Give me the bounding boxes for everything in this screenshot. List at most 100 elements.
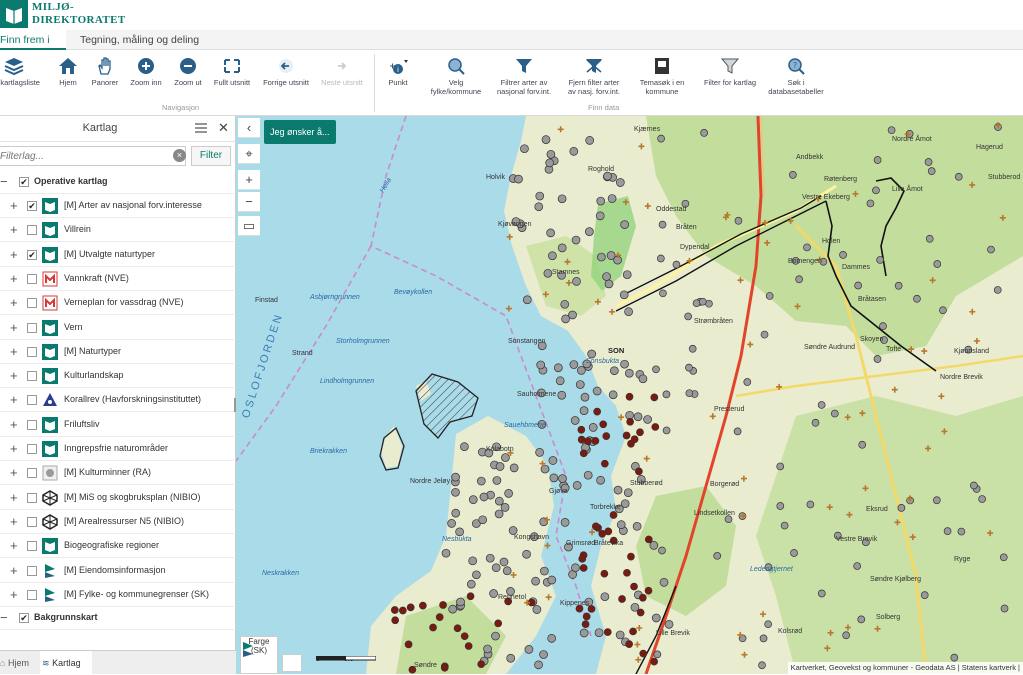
species-marker[interactable] xyxy=(522,549,531,559)
species-marker[interactable] xyxy=(602,432,611,441)
species-marker[interactable] xyxy=(464,642,473,650)
species-marker[interactable] xyxy=(620,220,629,229)
species-marker[interactable] xyxy=(588,423,598,432)
species-marker[interactable] xyxy=(536,360,546,370)
species-marker[interactable] xyxy=(987,245,995,254)
species-marker[interactable] xyxy=(615,630,625,640)
species-marker[interactable] xyxy=(596,475,605,485)
species-marker[interactable] xyxy=(549,473,559,483)
species-marker[interactable] xyxy=(460,442,469,452)
species-marker[interactable] xyxy=(492,476,502,485)
species-marker[interactable] xyxy=(866,199,875,208)
layer-checkbox[interactable] xyxy=(27,322,37,333)
zoom-in-icon[interactable]: + xyxy=(238,170,260,190)
layer-checkbox[interactable] xyxy=(27,541,37,552)
basemap-toggle[interactable]: Farge (SK) xyxy=(240,636,278,674)
group-checkbox[interactable]: ✔ xyxy=(19,613,29,623)
species-marker[interactable] xyxy=(606,251,616,260)
expand-icon[interactable]: + xyxy=(10,465,18,480)
species-marker[interactable] xyxy=(657,134,665,143)
group-checkbox[interactable]: ✔ xyxy=(19,177,29,187)
species-marker[interactable] xyxy=(651,423,660,431)
species-marker[interactable] xyxy=(548,456,558,465)
species-marker[interactable] xyxy=(603,628,612,636)
species-marker[interactable] xyxy=(625,392,634,401)
species-marker[interactable] xyxy=(624,368,634,378)
species-marker[interactable] xyxy=(651,613,661,623)
expand-icon[interactable]: + xyxy=(10,320,18,335)
species-marker[interactable] xyxy=(733,427,742,436)
species-marker[interactable] xyxy=(547,575,557,585)
species-marker[interactable] xyxy=(925,234,934,243)
species-marker[interactable] xyxy=(502,566,512,576)
species-marker[interactable] xyxy=(932,496,941,505)
map-canvas[interactable] xyxy=(236,116,1023,674)
expand-icon[interactable]: + xyxy=(10,222,18,237)
species-marker[interactable] xyxy=(957,527,966,536)
layer-row[interactable]: + [M] Naturtyper xyxy=(0,340,234,364)
species-marker[interactable] xyxy=(571,235,581,245)
species-marker[interactable] xyxy=(599,420,608,429)
species-marker[interactable] xyxy=(873,156,882,164)
species-marker[interactable] xyxy=(760,330,769,339)
layer-row[interactable]: + Biogeografiske regioner xyxy=(0,534,234,559)
species-marker[interactable] xyxy=(579,628,589,638)
expand-icon[interactable]: + xyxy=(10,295,18,310)
species-marker[interactable] xyxy=(887,126,896,135)
species-marker[interactable] xyxy=(758,661,766,670)
expand-icon[interactable]: + xyxy=(10,514,18,529)
layer-row[interactable]: + Villrein xyxy=(0,218,234,243)
species-marker[interactable] xyxy=(535,448,544,457)
layer-filter-input[interactable] xyxy=(0,146,186,166)
species-marker[interactable] xyxy=(806,500,815,509)
species-marker[interactable] xyxy=(440,663,449,672)
species-marker[interactable] xyxy=(568,310,577,320)
species-marker[interactable] xyxy=(632,521,642,531)
species-marker[interactable] xyxy=(842,631,850,640)
species-marker[interactable] xyxy=(441,548,451,558)
species-marker[interactable] xyxy=(495,462,505,471)
species-marker[interactable] xyxy=(575,380,585,389)
theme-search-button[interactable]: Temasøk i en kommune xyxy=(632,56,692,102)
layer-row[interactable]: + ✔ [M] Utvalgte naturtyper xyxy=(0,243,234,267)
species-marker[interactable] xyxy=(447,519,456,528)
species-marker[interactable] xyxy=(569,360,579,369)
species-marker[interactable] xyxy=(920,591,929,599)
species-marker[interactable] xyxy=(658,546,666,555)
species-marker[interactable] xyxy=(999,553,1008,562)
layer-checkbox[interactable] xyxy=(27,589,37,600)
species-marker[interactable] xyxy=(514,174,523,184)
species-marker[interactable] xyxy=(406,603,415,612)
species-marker[interactable] xyxy=(650,657,659,666)
species-marker[interactable] xyxy=(618,595,626,603)
species-marker[interactable] xyxy=(644,535,653,544)
species-marker[interactable] xyxy=(595,211,605,221)
clear-filter-icon[interactable]: × xyxy=(173,149,186,162)
species-marker[interactable] xyxy=(743,378,752,386)
species-marker[interactable] xyxy=(546,149,556,159)
species-marker[interactable] xyxy=(811,418,820,427)
species-marker[interactable] xyxy=(506,653,516,663)
species-marker[interactable] xyxy=(540,566,549,576)
species-marker[interactable] xyxy=(451,508,461,518)
layer-row[interactable]: + Vern xyxy=(0,316,234,340)
species-marker[interactable] xyxy=(543,268,553,278)
species-marker[interactable] xyxy=(585,227,594,236)
layer-checkbox[interactable]: ✔ xyxy=(27,249,37,260)
species-marker[interactable] xyxy=(644,586,653,595)
species-marker[interactable] xyxy=(970,481,978,490)
species-marker[interactable] xyxy=(390,606,399,614)
species-marker[interactable] xyxy=(659,289,667,298)
species-marker[interactable] xyxy=(584,437,592,446)
species-marker[interactable] xyxy=(577,366,586,375)
species-marker[interactable] xyxy=(572,481,582,490)
layer-row[interactable]: + Friluftsliv xyxy=(0,413,234,437)
layer-filter-button[interactable]: Filter for kartlag xyxy=(700,56,760,102)
species-marker[interactable] xyxy=(585,136,595,145)
species-marker[interactable] xyxy=(591,437,600,445)
species-marker[interactable] xyxy=(534,660,543,670)
species-marker[interactable] xyxy=(610,366,619,376)
species-marker[interactable] xyxy=(539,650,548,659)
species-marker[interactable] xyxy=(451,472,460,482)
species-marker[interactable] xyxy=(581,620,590,629)
